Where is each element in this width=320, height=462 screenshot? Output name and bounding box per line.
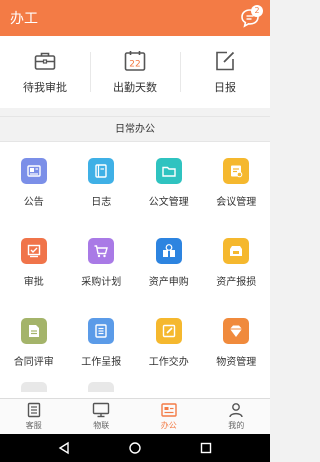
page-title: 办工: [10, 11, 38, 27]
grid-icon-bg: [155, 238, 182, 264]
tab-customer-service[interactable]: 客服: [0, 399, 68, 434]
bottom-tab-bar: 客服 物联 办公 我的: [0, 398, 270, 434]
asset-loss-icon: [230, 246, 243, 256]
approve-icon: [27, 244, 40, 258]
grid-label: 会议管理: [216, 197, 257, 208]
customer-service-icon: [27, 402, 40, 418]
grid-label: 资产申购: [148, 277, 189, 288]
tab-office[interactable]: 办公: [135, 399, 203, 434]
grid-icon-bg: [88, 318, 115, 344]
chat-button[interactable]: 2: [240, 5, 263, 28]
cart-icon: [94, 245, 109, 258]
quick-actions: 待我审批 22 出勤天数 日报: [0, 36, 270, 108]
grid-item-approval[interactable]: 审批: [0, 222, 68, 302]
folder-icon: [162, 166, 176, 177]
recents-icon[interactable]: [199, 441, 213, 455]
grid-icon-partial: [88, 382, 115, 392]
grid-item-work-report[interactable]: 工作呈报: [68, 302, 136, 382]
attendance-days-button[interactable]: 22 出勤天数: [90, 36, 180, 108]
grid-item-partial[interactable]: [0, 382, 68, 398]
quick-label: 日报: [214, 81, 236, 94]
grid-label: 合同评审: [13, 357, 54, 368]
grid-label: 日志: [91, 197, 112, 208]
tab-label: 办公: [160, 421, 177, 430]
grid-icon-bg: [20, 318, 47, 344]
grid-item-meetings[interactable]: 会议管理: [203, 142, 271, 222]
grid-label: 公告: [23, 197, 44, 208]
user-icon: [229, 403, 243, 418]
grid-label: 工作交办: [148, 357, 189, 368]
quick-label: 待我审批: [23, 81, 67, 94]
monitor-icon: [93, 402, 110, 418]
grid-item-contract-review[interactable]: 合同评审: [0, 302, 68, 382]
grid-item-partial[interactable]: [68, 382, 136, 398]
materials-icon: [230, 325, 243, 337]
quick-label: 出勤天数: [113, 81, 157, 94]
briefcase-icon: [34, 52, 56, 70]
grid-icon-bg: [223, 158, 250, 184]
system-nav-bar: [0, 434, 270, 462]
assign-icon: [162, 324, 175, 338]
meeting-icon: [231, 165, 243, 178]
grid-icon-bg: [88, 238, 115, 264]
grid-icon-partial: [20, 382, 47, 392]
back-icon[interactable]: [57, 441, 71, 455]
grid-icon-bg: [223, 318, 250, 344]
office-icon: [161, 403, 177, 417]
grid-icon-bg: [88, 158, 115, 184]
section-header: 日常办公: [0, 116, 270, 142]
grid-icon-bg: [155, 158, 182, 184]
announcement-icon: [27, 165, 41, 177]
daily-report-button[interactable]: 日报: [180, 36, 270, 108]
grid-item-asset-loss[interactable]: 资产报损: [203, 222, 271, 302]
grid-item-work-assign[interactable]: 工作交办: [135, 302, 203, 382]
grid-item-journal[interactable]: 日志: [68, 142, 136, 222]
calendar-icon: 22: [124, 51, 146, 71]
grid-label: 物资管理: [216, 357, 257, 368]
unread-badge: 2: [251, 5, 263, 17]
grid-item-materials[interactable]: 物资管理: [203, 302, 271, 382]
grid-label: 资产报损: [216, 277, 257, 288]
edit-icon: [216, 51, 235, 71]
grid-label: 审批: [23, 277, 44, 288]
grid-icon-bg: [155, 318, 182, 344]
report-icon: [95, 324, 107, 338]
journal-icon: [95, 164, 107, 178]
contract-icon: [28, 325, 39, 337]
tab-iot[interactable]: 物联: [68, 399, 136, 434]
tab-label: 物联: [93, 421, 110, 430]
asset-purchase-icon: [162, 244, 175, 257]
grid-item-documents[interactable]: 公文管理: [135, 142, 203, 222]
grid-icon-bg: [223, 238, 250, 264]
tab-label: 客服: [25, 421, 42, 430]
grid-icon-bg: [20, 238, 47, 264]
tab-label: 我的: [228, 421, 245, 430]
grid-item-purchase-plan[interactable]: 采购计划: [68, 222, 136, 302]
feature-grid: 公告 日志 公文管理 会议管理 审批 采购计划 资产申购 资产报损 合同评审 工…: [0, 142, 270, 398]
grid-label: 公文管理: [148, 197, 189, 208]
grid-icon-bg: [20, 158, 47, 184]
grid-item-announcement[interactable]: 公告: [0, 142, 68, 222]
app-header: 办工 2: [0, 0, 270, 36]
grid-label: 工作呈报: [81, 357, 122, 368]
grid-label: 采购计划: [81, 277, 122, 288]
pending-approval-button[interactable]: 待我审批: [0, 36, 90, 108]
home-icon[interactable]: [128, 441, 142, 455]
tab-mine[interactable]: 我的: [203, 399, 271, 434]
grid-item-asset-purchase[interactable]: 资产申购: [135, 222, 203, 302]
calendar-day: 22: [129, 60, 140, 70]
